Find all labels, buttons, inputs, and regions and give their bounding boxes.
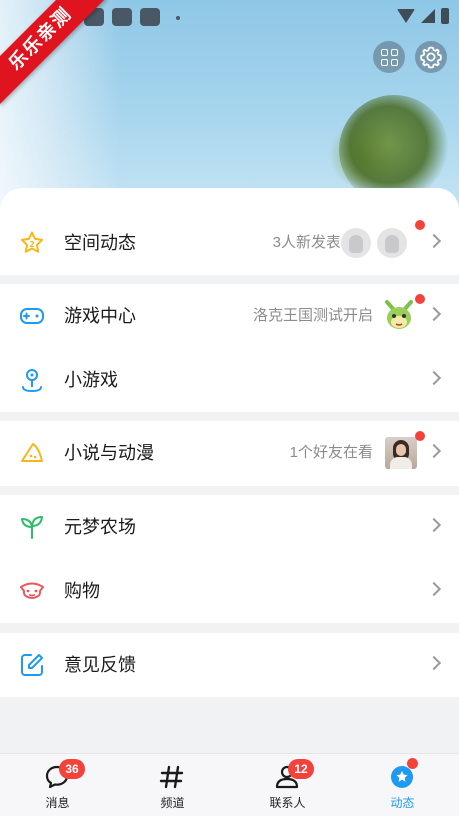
star-icon: 2 — [20, 231, 44, 253]
games-section: 游戏中心 洛克王国测试开启 小游戏 — [0, 284, 459, 412]
pizza-slice-icon — [21, 443, 43, 462]
feedback-section: 意见反馈 — [0, 633, 459, 697]
menu-item-subtitle: 3人新发表 — [272, 234, 341, 251]
tab-channels[interactable]: 频道 — [115, 754, 230, 816]
menu-item-label: 意见反馈 — [64, 655, 136, 675]
chevron-right-icon — [426, 655, 442, 671]
battery-icon — [441, 8, 449, 24]
avatar — [339, 226, 373, 260]
apps-button[interactable] — [373, 41, 405, 73]
menu-item-label: 元梦农场 — [64, 517, 136, 537]
tab-moments[interactable]: 动态 — [345, 754, 459, 816]
bottom-tab-bar: 36 消息 频道 12 联系人 动态 — [0, 753, 459, 816]
chevron-right-icon — [426, 443, 442, 459]
new-dot — [415, 294, 425, 304]
menu-item-label: 空间动态 — [64, 233, 136, 253]
menu-item-novels[interactable]: 小说与动漫 1个好友在看 — [0, 421, 459, 485]
menu-item-game-center[interactable]: 游戏中心 洛克王国测试开启 — [0, 284, 459, 348]
tab-label: 联系人 — [269, 796, 306, 810]
menu-item-label: 小说与动漫 — [64, 443, 154, 463]
more-notifications-icon — [176, 16, 180, 20]
chevron-right-icon — [426, 370, 442, 386]
joystick-icon — [22, 369, 42, 393]
settings-button[interactable] — [415, 41, 447, 73]
tab-label: 频道 — [160, 796, 185, 810]
menu-item-label: 购物 — [64, 581, 100, 601]
notification-icon — [140, 8, 160, 26]
menu-item-subtitle: 1个好友在看 — [289, 444, 373, 461]
unread-badge: 36 — [59, 759, 85, 779]
avatar — [375, 226, 409, 260]
qzone-section: 2 空间动态 3人新发表 — [0, 188, 459, 275]
tab-messages[interactable]: 36 消息 — [0, 754, 115, 816]
menu-item-mini-games[interactable]: 小游戏 — [0, 348, 459, 412]
chevron-right-icon — [426, 306, 442, 322]
menu-item-label: 游戏中心 — [64, 306, 136, 326]
shopping-icon — [20, 582, 44, 599]
tab-label: 动态 — [390, 796, 415, 810]
novels-section: 小说与动漫 1个好友在看 — [0, 421, 459, 486]
chevron-right-icon — [426, 581, 442, 597]
unread-badge: 12 — [288, 759, 314, 779]
notification-icon — [112, 8, 132, 26]
menu-item-qzone[interactable]: 2 空间动态 3人新发表 — [0, 211, 459, 275]
menu-item-farm[interactable]: 元梦农场 — [0, 495, 459, 559]
gamepad-icon — [20, 308, 44, 324]
friend-avatar — [385, 437, 417, 469]
signal-icon — [421, 9, 435, 23]
new-dot — [415, 220, 425, 230]
menu-item-label: 小游戏 — [64, 370, 118, 390]
hashtag-icon — [159, 765, 184, 789]
sprout-icon — [21, 516, 43, 539]
tab-label: 消息 — [45, 796, 70, 810]
svg-text:2: 2 — [29, 240, 35, 249]
menu-item-subtitle: 洛克王国测试开启 — [252, 307, 373, 324]
new-dot — [407, 758, 418, 769]
edit-icon — [21, 654, 43, 676]
chevron-right-icon — [426, 517, 442, 533]
tab-contacts[interactable]: 12 联系人 — [230, 754, 345, 816]
grid-icon — [380, 48, 398, 66]
chevron-right-icon — [426, 233, 442, 249]
gear-icon — [420, 46, 442, 69]
menu-item-feedback[interactable]: 意见反馈 — [0, 633, 459, 697]
content-panel: 2 空间动态 3人新发表 游戏中心 洛克王国测试开启 小游戏 小说与动漫 1个好… — [0, 188, 459, 753]
new-dot — [415, 431, 425, 441]
wifi-icon — [397, 9, 415, 23]
services-section: 元梦农场 购物 — [0, 495, 459, 623]
game-mascot-icon — [385, 300, 413, 329]
menu-item-shopping[interactable]: 购物 — [0, 559, 459, 623]
